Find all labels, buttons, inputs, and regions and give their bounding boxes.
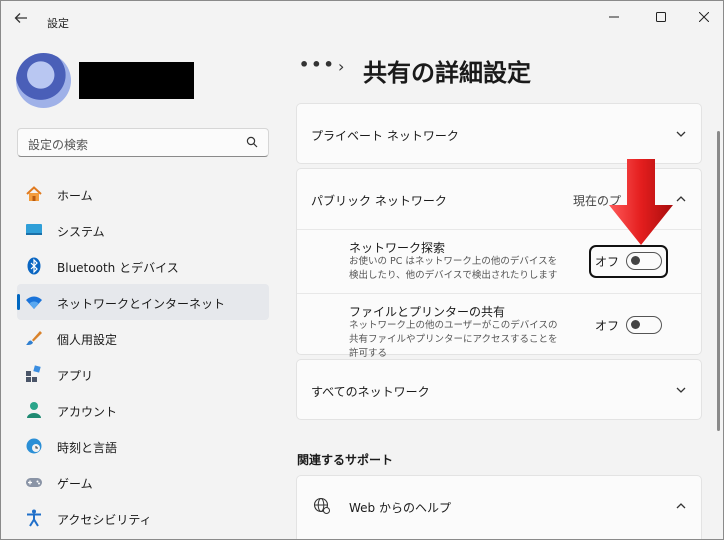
card-title: プライベート ネットワーク xyxy=(311,129,459,143)
gamepad-icon xyxy=(26,478,42,487)
red-arrow-down-icon xyxy=(609,159,673,245)
settings-window: 設定 設定の検索 ホーム システム Bluetooth とデバイス ネットワーク… xyxy=(0,0,724,540)
setting-title: ネットワーク探索 xyxy=(349,241,446,255)
breadcrumb-more-button[interactable]: ••• xyxy=(299,55,336,74)
sidebar-item-label: アカウント xyxy=(57,405,118,419)
toggle-knob xyxy=(631,320,640,329)
breadcrumb-separator: › xyxy=(338,57,345,76)
chevron-up-icon xyxy=(676,503,686,509)
minimize-button[interactable] xyxy=(599,7,629,29)
section-heading: 関連するサポート xyxy=(297,453,394,467)
back-button[interactable] xyxy=(11,11,31,31)
search-placeholder: 設定の検索 xyxy=(28,138,89,152)
sidebar-item-label: ネットワークとインターネット xyxy=(57,297,226,311)
sidebar-item-label: アクセシビリティ xyxy=(57,513,152,527)
brush-icon xyxy=(26,331,42,345)
wifi-icon xyxy=(26,296,42,309)
time-language-icon xyxy=(26,438,42,454)
title-bar: 設定 xyxy=(1,1,723,39)
toggle-state-label: オフ xyxy=(595,319,620,333)
globe-icon xyxy=(313,497,330,514)
sidebar-item-bluetooth[interactable]: Bluetooth とデバイス xyxy=(17,248,269,284)
sidebar-item-label: システム xyxy=(57,225,105,239)
chevron-up-icon xyxy=(676,196,686,202)
system-icon xyxy=(26,224,42,235)
close-icon xyxy=(698,11,710,23)
sidebar-item-personalization[interactable]: 個人用設定 xyxy=(17,320,269,356)
sidebar-item-accessibility[interactable]: アクセシビリティ xyxy=(17,500,269,536)
app-title: 設定 xyxy=(47,17,69,30)
sidebar-item-label: ゲーム xyxy=(57,477,93,491)
sidebar-nav: ホーム システム Bluetooth とデバイス ネットワークとインターネット … xyxy=(17,176,269,536)
sidebar-item-gaming[interactable]: ゲーム xyxy=(17,464,269,500)
setting-description: お使いの PC はネットワーク上の他のデバイスを検出したり、他のデバイスで検出さ… xyxy=(349,256,558,281)
sidebar-item-time-language[interactable]: 時刻と言語 xyxy=(17,428,269,464)
search-input[interactable]: 設定の検索 xyxy=(17,128,269,157)
maximize-icon xyxy=(656,12,666,22)
minimize-icon xyxy=(609,16,619,18)
redacted-user-name xyxy=(79,62,194,99)
bluetooth-icon xyxy=(27,257,41,275)
chevron-down-icon xyxy=(676,131,686,137)
setting-description: ネットワーク上の他のユーザーがこのデバイスの共有ファイルやプリンターにアクセスす… xyxy=(349,320,558,359)
all-networks-card[interactable]: すべてのネットワーク xyxy=(296,359,702,420)
sidebar-item-network[interactable]: ネットワークとインターネット xyxy=(17,284,269,320)
avatar[interactable] xyxy=(16,53,71,108)
search-icon xyxy=(246,136,258,148)
arrow-left-icon xyxy=(14,13,27,23)
account-icon xyxy=(27,402,41,418)
web-help-card[interactable]: Web からのヘルプ xyxy=(296,475,702,539)
annotation-highlight-box xyxy=(589,245,668,278)
sidebar-item-label: 時刻と言語 xyxy=(57,441,118,455)
card-title: パブリック ネットワーク xyxy=(311,194,447,208)
file-printer-sharing-toggle[interactable] xyxy=(626,316,662,334)
file-printer-sharing-row: ファイルとプリンターの共有 ネットワーク上の他のユーザーがこのデバイスの共有ファ… xyxy=(297,294,701,359)
chevron-down-icon xyxy=(676,387,686,393)
sidebar-item-label: Bluetooth とデバイス xyxy=(57,261,179,275)
sidebar-item-label: ホーム xyxy=(57,189,93,203)
sidebar-item-label: アプリ xyxy=(57,369,94,383)
page-title: 共有の詳細設定 xyxy=(363,59,531,87)
card-title: すべてのネットワーク xyxy=(311,385,430,399)
sidebar-item-accounts[interactable]: アカウント xyxy=(17,392,269,428)
home-icon xyxy=(26,186,42,201)
card-title: Web からのヘルプ xyxy=(349,501,451,515)
setting-title: ファイルとプリンターの共有 xyxy=(349,305,506,319)
maximize-button[interactable] xyxy=(646,7,676,29)
sidebar-item-apps[interactable]: アプリ xyxy=(17,356,269,392)
close-button[interactable] xyxy=(689,7,719,29)
selection-indicator xyxy=(17,294,20,310)
scrollbar[interactable] xyxy=(717,131,720,431)
sidebar-item-home[interactable]: ホーム xyxy=(17,176,269,212)
sidebar-item-label: 個人用設定 xyxy=(57,333,118,347)
private-network-card[interactable]: プライベート ネットワーク xyxy=(296,103,702,164)
apps-icon xyxy=(26,365,41,382)
accessibility-icon xyxy=(27,509,41,527)
sidebar-item-system[interactable]: システム xyxy=(17,212,269,248)
